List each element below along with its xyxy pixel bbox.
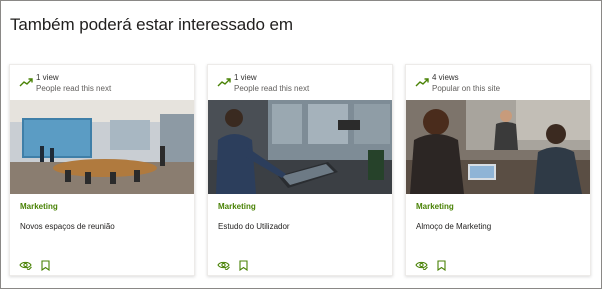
card-thumbnail[interactable] (10, 100, 194, 194)
user-study-photo (208, 100, 392, 194)
marketing-lunch-photo (406, 100, 590, 194)
card-title[interactable]: Almoço de Marketing (416, 222, 491, 231)
view-count: 1 view (234, 73, 257, 82)
seen-icon[interactable] (217, 260, 230, 270)
trending-icon (19, 78, 33, 87)
view-count: 1 view (36, 73, 59, 82)
recommendation-reason: Popular on this site (432, 84, 501, 93)
card-category[interactable]: Marketing (20, 202, 58, 211)
bookmark-icon[interactable] (239, 259, 248, 271)
recommendation-reason: People read this next (234, 84, 310, 93)
card-category[interactable]: Marketing (416, 202, 454, 211)
news-card[interactable]: 4 views Popular on this site Marketing A… (405, 64, 591, 276)
card-actions (217, 259, 248, 271)
view-count: 4 views (432, 73, 459, 82)
trending-icon (415, 78, 429, 87)
meeting-room-photo (10, 100, 194, 194)
card-category[interactable]: Marketing (218, 202, 256, 211)
card-actions (19, 259, 50, 271)
card-title[interactable]: Novos espaços de reunião (20, 222, 115, 231)
bookmark-icon[interactable] (437, 259, 446, 271)
card-thumbnail[interactable] (406, 100, 590, 194)
card-title[interactable]: Estudo do Utilizador (218, 222, 290, 231)
card-actions (415, 259, 446, 271)
news-card[interactable]: 1 view People read this next Marketing N… (9, 64, 195, 276)
bookmark-icon[interactable] (41, 259, 50, 271)
card-thumbnail[interactable] (208, 100, 392, 194)
seen-icon[interactable] (415, 260, 428, 270)
section-heading: Também poderá estar interessado em (10, 15, 293, 34)
news-card[interactable]: 1 view People read this next Marketing E… (207, 64, 393, 276)
seen-icon[interactable] (19, 260, 32, 270)
trending-icon (217, 78, 231, 87)
recommendation-reason: People read this next (36, 84, 112, 93)
recommendations-panel: Também poderá estar interessado em 1 vie… (0, 0, 602, 289)
